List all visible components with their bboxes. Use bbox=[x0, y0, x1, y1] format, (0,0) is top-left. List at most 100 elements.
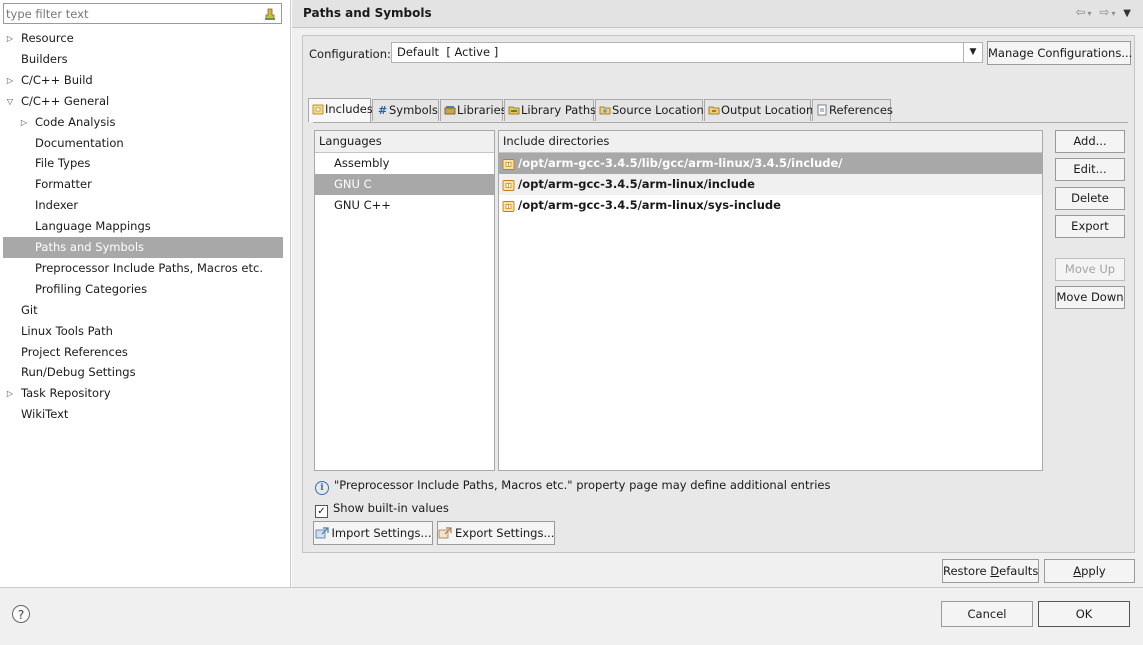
tree-item-label: Documentation bbox=[35, 135, 124, 150]
tab-output-location[interactable]: Output Location bbox=[704, 99, 814, 121]
collapsed-twistie-icon[interactable]: ▷ bbox=[19, 112, 29, 133]
info-text: "Preprocessor Include Paths, Macros etc.… bbox=[334, 478, 831, 492]
forward-menu-chevron-icon[interactable]: ▾ bbox=[1111, 9, 1117, 18]
restore-label-post: efaults bbox=[999, 564, 1039, 578]
tree-item-documentation[interactable]: Documentation bbox=[3, 133, 283, 154]
tree-item-formatter[interactable]: Formatter bbox=[3, 174, 283, 195]
tab-source-location[interactable]: Source Location bbox=[595, 99, 704, 121]
languages-header[interactable]: Languages bbox=[315, 131, 494, 153]
filter-field[interactable] bbox=[3, 3, 282, 24]
restore-defaults-button[interactable]: Restore Defaults bbox=[942, 559, 1039, 583]
tree-item-label: Profiling Categories bbox=[35, 281, 148, 296]
tree-item-project-references[interactable]: Project References bbox=[3, 342, 283, 363]
restore-label-pre: Restore bbox=[943, 564, 991, 578]
move-up-button[interactable]: Move Up bbox=[1055, 258, 1125, 281]
tree-item-paths-and-symbols[interactable]: Paths and Symbols bbox=[3, 237, 283, 258]
tree-item-linux-tools-path[interactable]: Linux Tools Path bbox=[3, 321, 283, 342]
tree-item-resource[interactable]: ▷ Resource bbox=[3, 28, 283, 49]
language-item[interactable]: GNU C bbox=[315, 174, 494, 195]
page-title: Paths and Symbols bbox=[303, 6, 432, 20]
manage-configurations-button[interactable]: Manage Configurations... bbox=[987, 41, 1132, 65]
tab-label: Libraries bbox=[457, 103, 507, 117]
collapsed-twistie-icon[interactable]: ▷ bbox=[5, 28, 15, 49]
configuration-dropdown[interactable]: Default [ Active ] ▼ bbox=[391, 42, 983, 63]
view-menu-icon[interactable]: ▼ bbox=[1123, 8, 1133, 19]
tab-library-paths[interactable]: Library Paths bbox=[504, 99, 596, 121]
dialog-button-bar: ? Cancel OK bbox=[0, 587, 1143, 645]
apply-button[interactable]: Apply bbox=[1044, 559, 1135, 583]
expanded-twistie-icon[interactable]: ▽ bbox=[5, 91, 15, 112]
tree-item-preprocessor-include-paths-macros-etc[interactable]: Preprocessor Include Paths, Macros etc. bbox=[3, 258, 283, 279]
tree-item-git[interactable]: Git bbox=[3, 300, 283, 321]
tree-item-label: Language Mappings bbox=[35, 219, 151, 234]
tree-item-profiling-categories[interactable]: Profiling Categories bbox=[3, 279, 283, 300]
include-directory-item[interactable]: /opt/arm-gcc-3.4.5/arm-linux/include bbox=[499, 174, 1042, 195]
tab-label: Symbols bbox=[389, 103, 438, 117]
apply-label-mnemonic: A bbox=[1073, 564, 1082, 578]
collapsed-twistie-icon[interactable]: ▷ bbox=[5, 70, 15, 91]
back-menu-chevron-icon[interactable]: ▾ bbox=[1088, 9, 1094, 18]
back-arrow-icon[interactable]: ⇦ bbox=[1075, 5, 1087, 19]
filter-input[interactable] bbox=[6, 5, 256, 22]
language-item[interactable]: GNU C++ bbox=[315, 195, 494, 216]
edit-button[interactable]: Edit... bbox=[1055, 158, 1125, 181]
tree-item-label: Resource bbox=[21, 31, 74, 45]
tab-libraries[interactable]: Libraries bbox=[440, 99, 507, 121]
tree-item-label: Formatter bbox=[35, 177, 92, 192]
tree-item-label: Run/Debug Settings bbox=[21, 365, 136, 380]
tab-label: Includes bbox=[325, 102, 373, 116]
export-settings-button[interactable]: Export Settings... bbox=[437, 521, 555, 545]
tree-item-run-debug-settings[interactable]: Run/Debug Settings bbox=[3, 362, 283, 383]
import-settings-button[interactable]: Import Settings... bbox=[313, 521, 433, 545]
help-icon[interactable]: ? bbox=[12, 605, 30, 623]
languages-list[interactable]: Languages Assembly GNU C GNU C++ bbox=[314, 130, 495, 471]
tab-references[interactable]: References bbox=[812, 99, 893, 121]
include-folder-icon bbox=[502, 157, 515, 170]
library-path-icon bbox=[508, 102, 520, 115]
clear-filter-icon[interactable] bbox=[263, 6, 277, 21]
forward-arrow-icon[interactable]: ⇨ bbox=[1099, 5, 1111, 19]
export-icon bbox=[438, 524, 452, 539]
delete-button[interactable]: Delete bbox=[1055, 187, 1125, 210]
move-down-button[interactable]: Move Down bbox=[1055, 286, 1125, 309]
property-page: Paths and Symbols ⇦▾ ⇨▾ ▼ Configuration:… bbox=[292, 0, 1143, 587]
tree-item-label: WikiText bbox=[21, 407, 69, 422]
tree-item-label: Project References bbox=[21, 344, 128, 359]
ok-button[interactable]: OK bbox=[1038, 601, 1130, 627]
tab-label: Source Location bbox=[612, 103, 704, 117]
language-item[interactable]: Assembly bbox=[315, 153, 494, 174]
tree-item-indexer[interactable]: Indexer bbox=[3, 195, 283, 216]
tree-item-wikitext[interactable]: WikiText bbox=[3, 404, 283, 425]
configuration-label: Configuration: bbox=[309, 47, 391, 61]
tree-item-code-analysis[interactable]: ▷ Code Analysis bbox=[3, 112, 283, 133]
includes-icon bbox=[312, 101, 324, 115]
include-directories-list[interactable]: Include directories /opt/arm-gcc-3.4.5/l… bbox=[498, 130, 1043, 471]
tree-item-builders[interactable]: Builders bbox=[3, 49, 283, 70]
include-directory-item[interactable]: /opt/arm-gcc-3.4.5/lib/gcc/arm-linux/3.4… bbox=[499, 153, 1042, 174]
checkbox-checked-icon[interactable]: ✓ bbox=[315, 505, 328, 518]
include-directory-item[interactable]: /opt/arm-gcc-3.4.5/arm-linux/sys-include bbox=[499, 195, 1042, 216]
tree-item-c-c-build[interactable]: ▷ C/C++ Build bbox=[3, 70, 283, 91]
references-icon bbox=[816, 102, 828, 116]
tree-item-label: Git bbox=[21, 302, 38, 317]
tree-item-task-repository[interactable]: ▷ Task Repository bbox=[3, 383, 283, 404]
tab-includes[interactable]: Includes bbox=[308, 98, 373, 122]
tab-symbols[interactable]: # Symbols bbox=[372, 99, 439, 121]
add-button[interactable]: Add... bbox=[1055, 130, 1125, 153]
cancel-button[interactable]: Cancel bbox=[941, 601, 1033, 627]
include-directories-header[interactable]: Include directories bbox=[499, 131, 1042, 153]
collapsed-twistie-icon[interactable]: ▷ bbox=[5, 383, 15, 404]
include-folder-icon bbox=[502, 199, 515, 212]
import-settings-label: Import Settings... bbox=[331, 526, 432, 540]
show-built-in-checkbox[interactable]: ✓ Show built-in values bbox=[315, 501, 449, 518]
svg-text:#: # bbox=[378, 104, 387, 116]
tree-item-file-types[interactable]: File Types bbox=[3, 153, 283, 174]
tree-item-c-c-general[interactable]: ▽ C/C++ General bbox=[3, 91, 283, 112]
output-folder-icon bbox=[708, 102, 720, 115]
include-path: /opt/arm-gcc-3.4.5/arm-linux/include bbox=[518, 177, 755, 191]
export-button[interactable]: Export bbox=[1055, 215, 1125, 238]
tree-item-language-mappings[interactable]: Language Mappings bbox=[3, 216, 283, 237]
preferences-tree-pane: ▷ Resource Builders ▷ C/C++ Build ▽ C/C++ Gene… bbox=[0, 0, 291, 587]
dropdown-arrow-icon[interactable]: ▼ bbox=[963, 43, 982, 62]
tab-label: Output Location bbox=[721, 103, 814, 117]
